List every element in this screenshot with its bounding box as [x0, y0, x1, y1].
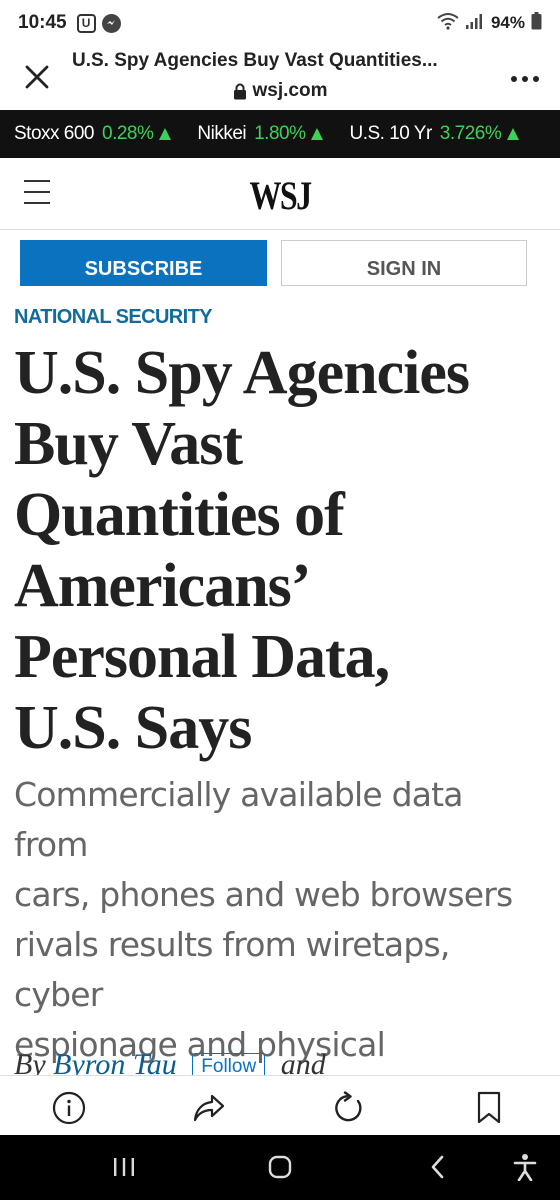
more-options-button[interactable] — [508, 64, 542, 94]
lock-icon — [233, 83, 246, 99]
bookmark-button[interactable] — [469, 1088, 509, 1128]
home-button[interactable] — [262, 1151, 298, 1183]
ticker-value: 0.28% — [102, 123, 154, 144]
back-button[interactable] — [420, 1151, 456, 1183]
bookmark-icon — [477, 1091, 501, 1124]
battery-icon — [531, 11, 542, 35]
back-icon — [431, 1155, 444, 1179]
battery-percent: 94% — [490, 13, 525, 32]
byline-prefix: By — [14, 1048, 46, 1076]
recents-icon — [114, 1158, 134, 1176]
byline-conj: and — [280, 1048, 326, 1076]
share-icon — [193, 1094, 225, 1122]
ticker-name: U.S. 10 Yr — [349, 123, 432, 144]
headline-line: U.S. Says — [14, 694, 252, 762]
author-link[interactable]: Byron Tau — [53, 1048, 177, 1076]
subscribe-button[interactable]: SUBSCRIBE — [20, 240, 267, 286]
up-arrow-icon — [507, 128, 520, 140]
page-title: U.S. Spy Agencies Buy Vast Quantities... — [72, 50, 438, 71]
dek-line: Commercially available data from — [14, 775, 464, 864]
headline-line: Personal Data, — [14, 623, 390, 691]
accessibility-icon — [513, 1154, 537, 1181]
more-icon — [511, 76, 539, 82]
ticker-value: 3.726% — [439, 123, 502, 144]
headline-line: Quantities of — [14, 481, 345, 549]
ticker-item[interactable]: Stoxx 600 0.28% — [14, 123, 172, 145]
article-headline: U.S. Spy Agencies Buy Vast Quantities of… — [14, 338, 544, 764]
browser-toolbar: U.S. Spy Agencies Buy Vast Quantities...… — [0, 46, 560, 110]
up-arrow-icon — [159, 128, 172, 140]
byline: By Byron Tau Follow and — [14, 1048, 544, 1076]
ticker-item[interactable]: Nikkei 1.80% — [197, 123, 324, 145]
system-nav-bar — [0, 1135, 560, 1200]
dek-line: cars, phones and web browsers — [14, 875, 513, 914]
ticker-value: 1.80% — [254, 123, 306, 144]
wsj-logo[interactable]: WSJ — [56, 172, 504, 219]
status-bar: 10:45 U 94% — [0, 0, 560, 46]
url-text: wsj.com — [252, 80, 328, 101]
market-ticker[interactable]: Stoxx 600 0.28% Nikkei 1.80% U.S. 10 Yr … — [0, 110, 560, 158]
dek-line: rivals results from wiretaps, cyber — [14, 925, 450, 1014]
app-notification-icon: U — [76, 13, 96, 33]
home-icon — [268, 1155, 292, 1179]
headline-line: U.S. Spy Agencies — [14, 339, 470, 407]
info-icon — [52, 1091, 86, 1125]
notification-icons: U — [76, 13, 121, 33]
share-button[interactable] — [189, 1088, 229, 1128]
ticker-name: Nikkei — [197, 123, 247, 144]
signal-icon — [465, 12, 485, 35]
site-header: WSJ — [0, 158, 560, 230]
headline-line: Buy Vast — [14, 410, 243, 478]
refresh-button[interactable] — [329, 1088, 369, 1128]
system-icons: 94% — [437, 11, 542, 35]
url-display[interactable]: wsj.com — [0, 80, 560, 102]
menu-icon[interactable] — [24, 180, 50, 204]
status-time: 10:45 — [18, 12, 67, 33]
ticker-name: Stoxx 600 — [14, 123, 95, 144]
account-actions: SUBSCRIBE SIGN IN — [20, 240, 527, 286]
messenger-icon — [101, 13, 121, 33]
section-label[interactable]: NATIONAL SECURITY — [14, 306, 213, 329]
headline-line: Americans’ — [14, 552, 311, 620]
info-button[interactable] — [49, 1088, 89, 1128]
refresh-icon — [335, 1091, 362, 1122]
ticker-item[interactable]: U.S. 10 Yr 3.726% — [349, 123, 520, 145]
wifi-icon — [437, 12, 459, 35]
bottom-toolbar — [0, 1075, 560, 1135]
up-arrow-icon — [311, 128, 324, 140]
follow-button[interactable]: Follow — [192, 1053, 266, 1076]
accessibility-button[interactable] — [507, 1151, 543, 1183]
recents-button[interactable] — [106, 1151, 142, 1183]
sign-in-button[interactable]: SIGN IN — [281, 240, 527, 286]
